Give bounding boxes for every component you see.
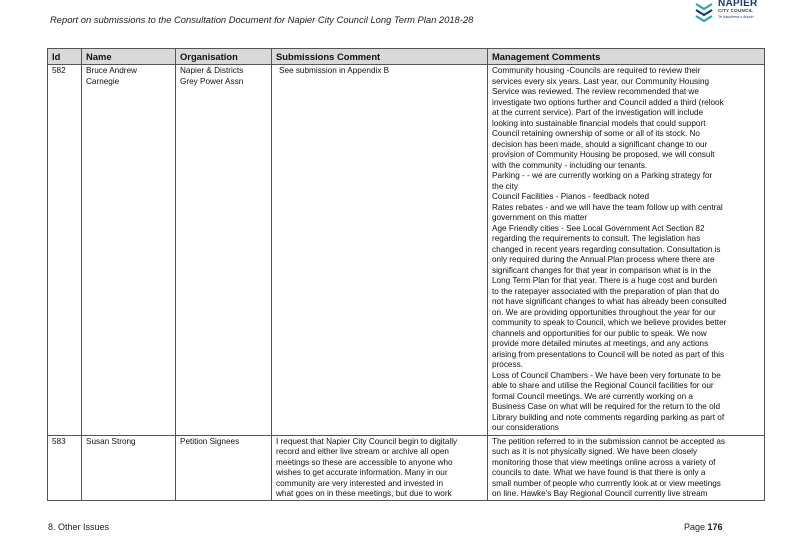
page-number: 176 [707,522,723,532]
management-line: at the current service). Part of the inv… [492,108,704,117]
management-line: with the community - including our tenan… [492,160,648,170]
management-line: able to share and utilise the Regional C… [492,381,714,390]
management-line: decision has been made, should a signifi… [492,139,708,149]
submission-line: record and either live stream or archive… [276,447,449,456]
management-line: on. We are providing opportunities throu… [492,307,716,317]
management-line: Loss of Council Chambers - We have been … [492,370,721,380]
table-row: 583 Susan Strong Petition Signees I requ… [47,434,765,501]
management-line: Long Term Plan for that year. There is a… [492,276,717,285]
management-line: Council Facilities - Pianos - feedback n… [492,192,650,201]
header-submissions-comment: Submissions Comment [271,48,488,65]
org-line: Petition Signees [180,436,240,446]
management-line: monitoring those that view meetings onli… [492,457,716,467]
submission-line: meetings so these are accessible to anyo… [276,457,453,467]
management-line: arising from presentations to Council wi… [492,349,725,359]
cell-id: 582 [47,64,82,436]
management-line: not have significant changes to what has… [492,297,727,306]
management-line: provide more detailed minutes at meeting… [492,339,709,348]
org-line: Napier & Districts [180,66,244,75]
management-line: community to speak to Council, which we … [492,318,727,327]
management-line: Community housing -Councils are required… [492,66,701,75]
header-management-comments: Management Comments [487,48,765,65]
footer-section: 8. Other Issues [48,522,110,532]
management-line: government on this matter [492,213,588,222]
logo-subtitle: CITY COUNCIL [718,8,753,13]
management-line: provision of Community Housing be propos… [492,150,715,159]
header-name: Name [81,48,176,65]
management-line: to the ratepayer associated with the pre… [492,286,720,296]
cell-id: 583 [47,434,82,501]
management-line: Age Friendly cities - See Local Governme… [492,223,705,233]
page-label: Page [684,522,706,532]
management-line: formal Council meetings. We are currentl… [492,391,693,401]
cell-organisation: Napier & Districts Grey Power Assn [175,64,272,436]
management-line: significant changes for that year in com… [492,265,711,275]
submission-line: community are very interested and invest… [276,478,444,488]
submission-line: I request that Napier City Council begin… [276,436,458,446]
cell-management: Community housing -Councils are required… [487,64,765,436]
management-line: Parking - - we are currently working on … [492,171,713,180]
management-line: regarding the requirements to consult. T… [492,234,701,243]
management-line: our considerations [492,423,559,432]
management-line: councils to date. What we have found is … [492,468,706,477]
management-line: Service was reviewed. The review recomme… [492,87,699,96]
cell-management: The petition referred to in the submissi… [487,434,765,501]
submissions-table: Id Name Organisation Submissions Comment… [47,48,765,501]
submission-line: what goes on in these meetings, but due … [276,489,452,498]
table-row: 582 Bruce Andrew Carnegie Napier & Distr… [47,64,765,436]
name-line: Carnegie [86,76,120,86]
management-line: looking into sustainable financial model… [492,118,706,128]
footer-page: Page 176 [684,522,723,532]
management-line: services every six years. Last year, our… [492,76,710,86]
header-id: Id [47,48,82,65]
napier-logo: NAPIER CITY COUNCIL Te Kaunihera o Ahuri… [694,0,804,26]
org-line: Grey Power Assn [180,76,244,86]
management-line: Business Case on what will be required f… [492,402,721,411]
management-line: the city [492,181,518,191]
management-line: Library building and note comments regar… [492,412,725,422]
management-line: small number of people who currrently lo… [492,478,721,488]
submission-line: See submission in Appendix B [279,66,390,75]
cell-name: Susan Strong [81,434,176,501]
cell-submission: See submission in Appendix B [271,64,488,436]
name-line: Bruce Andrew [86,66,137,75]
logo-maori-name: Te Kaunihera o Ahuriri [718,15,754,19]
management-line: such as it is not physically signed. We … [492,447,698,456]
cell-organisation: Petition Signees [175,434,272,501]
cell-name: Bruce Andrew Carnegie [81,64,176,436]
management-line: on line. Hawke's Bay Regional Council cu… [492,489,708,498]
management-line: investigate two options further and Coun… [492,97,724,107]
management-line: only required during the Annual Plan pro… [492,255,715,264]
submission-line: wishes to get accurate information. Many… [276,468,448,477]
management-line: process. [492,360,523,369]
cell-submission: I request that Napier City Council begin… [271,434,488,501]
napier-wave-icon [695,3,713,22]
management-line: changed in recent years regarding consul… [492,244,721,254]
management-line: Council retaining ownership of some or a… [492,129,700,138]
management-line: The petition referred to in the submissi… [492,436,726,446]
name-line: Susan Strong [86,436,136,446]
management-line: Rates rebates - and we will have the tea… [492,202,723,212]
report-title: Report on submissions to the Consultatio… [50,14,474,25]
header-organisation: Organisation [175,48,272,65]
table-header-row: Id Name Organisation Submissions Comment… [47,48,765,65]
management-line: channels and opportunities for our publi… [492,328,707,338]
